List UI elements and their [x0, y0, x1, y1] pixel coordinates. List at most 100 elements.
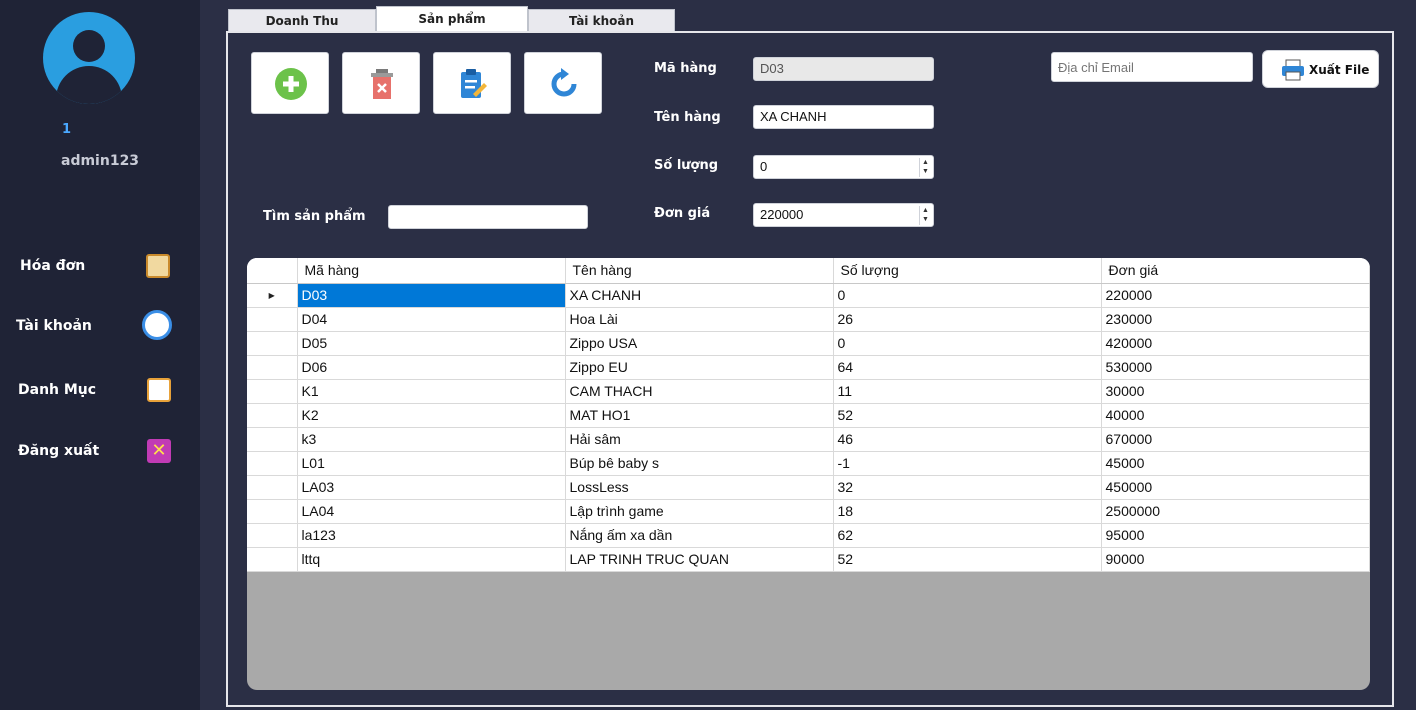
table-cell[interactable]: 40000 — [1101, 403, 1370, 428]
table-cell[interactable]: 64 — [833, 355, 1102, 380]
table-cell[interactable]: 52 — [833, 403, 1102, 428]
table-cell[interactable]: D03 — [297, 283, 566, 308]
table-cell[interactable]: 90000 — [1101, 547, 1370, 572]
ma-hang-field[interactable]: D03 — [753, 57, 934, 81]
table-cell[interactable]: 18 — [833, 499, 1102, 524]
table-cell[interactable]: Hải sâm — [565, 427, 834, 452]
tab-doanh-thu[interactable]: Doanh Thu — [228, 9, 376, 31]
add-button[interactable] — [251, 52, 329, 114]
table-cell[interactable]: D05 — [297, 331, 566, 356]
table-cell[interactable]: 0 — [833, 331, 1102, 356]
row-header[interactable] — [247, 403, 298, 428]
table-cell[interactable]: LAP TRINH TRUC QUAN — [565, 547, 834, 572]
table-cell[interactable]: 52 — [833, 547, 1102, 572]
table-cell[interactable]: lttq — [297, 547, 566, 572]
table-cell[interactable]: 450000 — [1101, 475, 1370, 500]
table-cell[interactable]: D06 — [297, 355, 566, 380]
nav-item-tai-khoan[interactable]: Tài khoản — [0, 308, 200, 348]
row-header[interactable] — [247, 475, 298, 500]
table-cell[interactable]: 11 — [833, 379, 1102, 404]
edit-button[interactable] — [433, 52, 511, 114]
refresh-button[interactable] — [524, 52, 602, 114]
table-cell[interactable]: 32 — [833, 475, 1102, 500]
table-cell[interactable]: 45000 — [1101, 451, 1370, 476]
column-header[interactable]: Số lượng — [833, 258, 1102, 284]
table-cell[interactable]: 26 — [833, 307, 1102, 332]
nav-item-hoa-don[interactable]: Hóa đơn — [0, 248, 200, 288]
table-row[interactable]: k3 Hải sâm 46 670000 — [247, 427, 1370, 452]
ten-hang-field[interactable]: XA CHANH — [753, 105, 934, 129]
row-header[interactable] — [247, 331, 298, 356]
table-row[interactable]: lttq LAP TRINH TRUC QUAN 52 90000 — [247, 547, 1370, 572]
table-cell[interactable]: k3 — [297, 427, 566, 452]
spin-down-icon[interactable]: ▼ — [920, 215, 931, 224]
table-cell[interactable]: 670000 — [1101, 427, 1370, 452]
table-row[interactable]: la123 Nắng ấm xa dần 62 95000 — [247, 523, 1370, 548]
table-cell[interactable]: LA04 — [297, 499, 566, 524]
row-header[interactable] — [247, 523, 298, 548]
table-cell[interactable]: L01 — [297, 451, 566, 476]
row-header[interactable] — [247, 307, 298, 332]
products-grid[interactable]: Mã hàng Tên hàng Số lượng Đơn giá ▶ D03 XA… — [247, 258, 1370, 690]
table-row[interactable]: K2 MAT HO1 52 40000 — [247, 403, 1370, 428]
table-row[interactable]: D05 Zippo USA 0 420000 — [247, 331, 1370, 356]
table-cell[interactable]: 420000 — [1101, 331, 1370, 356]
table-cell[interactable]: Zippo EU — [565, 355, 834, 380]
table-cell[interactable]: 2500000 — [1101, 499, 1370, 524]
table-row[interactable]: D04 Hoa Lài 26 230000 — [247, 307, 1370, 332]
row-header[interactable] — [247, 499, 298, 524]
nav-item-danh-muc[interactable]: Danh Mục — [0, 372, 200, 412]
table-row[interactable]: LA03 LossLess 32 450000 — [247, 475, 1370, 500]
row-header[interactable] — [247, 427, 298, 452]
table-cell[interactable]: 95000 — [1101, 523, 1370, 548]
table-cell[interactable]: Lập trình game — [565, 499, 834, 524]
table-cell[interactable]: LossLess — [565, 475, 834, 500]
don-gia-stepper[interactable]: 220000 ▲ ▼ — [753, 203, 934, 227]
table-cell[interactable]: K2 — [297, 403, 566, 428]
row-selector-arrow-icon[interactable]: ▶ — [247, 283, 298, 308]
tab-tai-khoan[interactable]: Tài khoản — [528, 9, 675, 31]
table-cell[interactable]: LA03 — [297, 475, 566, 500]
so-luong-stepper[interactable]: 0 ▲ ▼ — [753, 155, 934, 179]
row-header[interactable] — [247, 355, 298, 380]
table-cell[interactable]: Búp bê baby s — [565, 451, 834, 476]
email-field[interactable] — [1051, 52, 1253, 82]
table-cell[interactable]: MAT HO1 — [565, 403, 834, 428]
table-cell[interactable]: 530000 — [1101, 355, 1370, 380]
table-row[interactable]: D06 Zippo EU 64 530000 — [247, 355, 1370, 380]
delete-button[interactable] — [342, 52, 420, 114]
column-header[interactable]: Mã hàng — [297, 258, 566, 284]
table-cell[interactable]: XA CHANH — [565, 283, 834, 308]
nav-item-dang-xuat[interactable]: Đăng xuất ✕ — [0, 433, 200, 473]
table-cell[interactable]: 220000 — [1101, 283, 1370, 308]
spin-up-icon[interactable]: ▲ — [920, 206, 931, 215]
table-cell[interactable]: Zippo USA — [565, 331, 834, 356]
table-cell[interactable]: CAM THACH — [565, 379, 834, 404]
table-cell[interactable]: 62 — [833, 523, 1102, 548]
table-cell[interactable]: -1 — [833, 451, 1102, 476]
search-input[interactable] — [388, 205, 588, 229]
table-row[interactable]: LA04 Lập trình game 18 2500000 — [247, 499, 1370, 524]
so-luong-spin[interactable]: ▲ ▼ — [919, 158, 931, 177]
spin-up-icon[interactable]: ▲ — [920, 158, 931, 167]
table-cell[interactable]: Hoa Lài — [565, 307, 834, 332]
table-cell[interactable]: 46 — [833, 427, 1102, 452]
table-cell[interactable]: 0 — [833, 283, 1102, 308]
spin-down-icon[interactable]: ▼ — [920, 167, 931, 176]
don-gia-spin[interactable]: ▲ ▼ — [919, 206, 931, 225]
row-header[interactable] — [247, 451, 298, 476]
row-header[interactable] — [247, 379, 298, 404]
row-header[interactable] — [247, 547, 298, 572]
table-cell[interactable]: 230000 — [1101, 307, 1370, 332]
tab-san-pham[interactable]: Sản phẩm — [376, 6, 528, 32]
table-row[interactable]: L01 Búp bê baby s -1 45000 — [247, 451, 1370, 476]
table-cell[interactable]: 30000 — [1101, 379, 1370, 404]
table-cell[interactable]: K1 — [297, 379, 566, 404]
column-header[interactable]: Đơn giá — [1101, 258, 1370, 284]
table-cell[interactable]: la123 — [297, 523, 566, 548]
table-row[interactable]: ▶ D03 XA CHANH 0 220000 — [247, 283, 1370, 308]
table-cell[interactable]: D04 — [297, 307, 566, 332]
export-file-button[interactable]: Xuất File — [1262, 50, 1379, 88]
table-cell[interactable]: Nắng ấm xa dần — [565, 523, 834, 548]
table-row[interactable]: K1 CAM THACH 11 30000 — [247, 379, 1370, 404]
